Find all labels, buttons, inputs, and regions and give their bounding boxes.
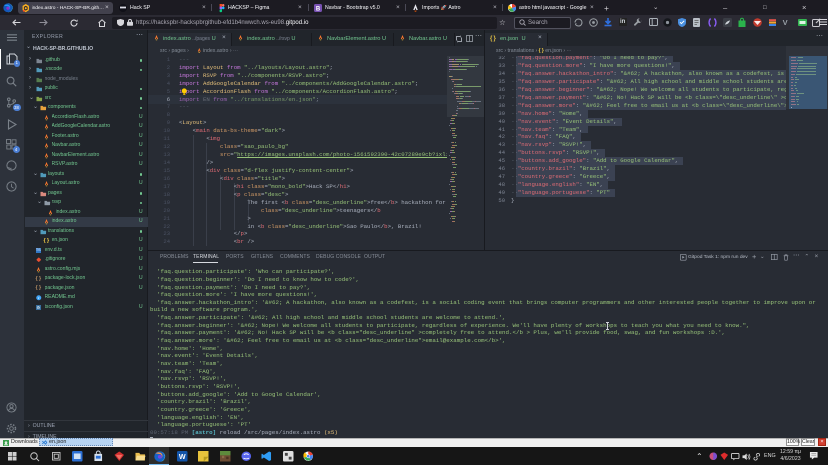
svg-text:B: B xyxy=(316,6,321,12)
svg-text:W: W xyxy=(179,453,186,461)
svg-text:i: i xyxy=(38,296,39,300)
